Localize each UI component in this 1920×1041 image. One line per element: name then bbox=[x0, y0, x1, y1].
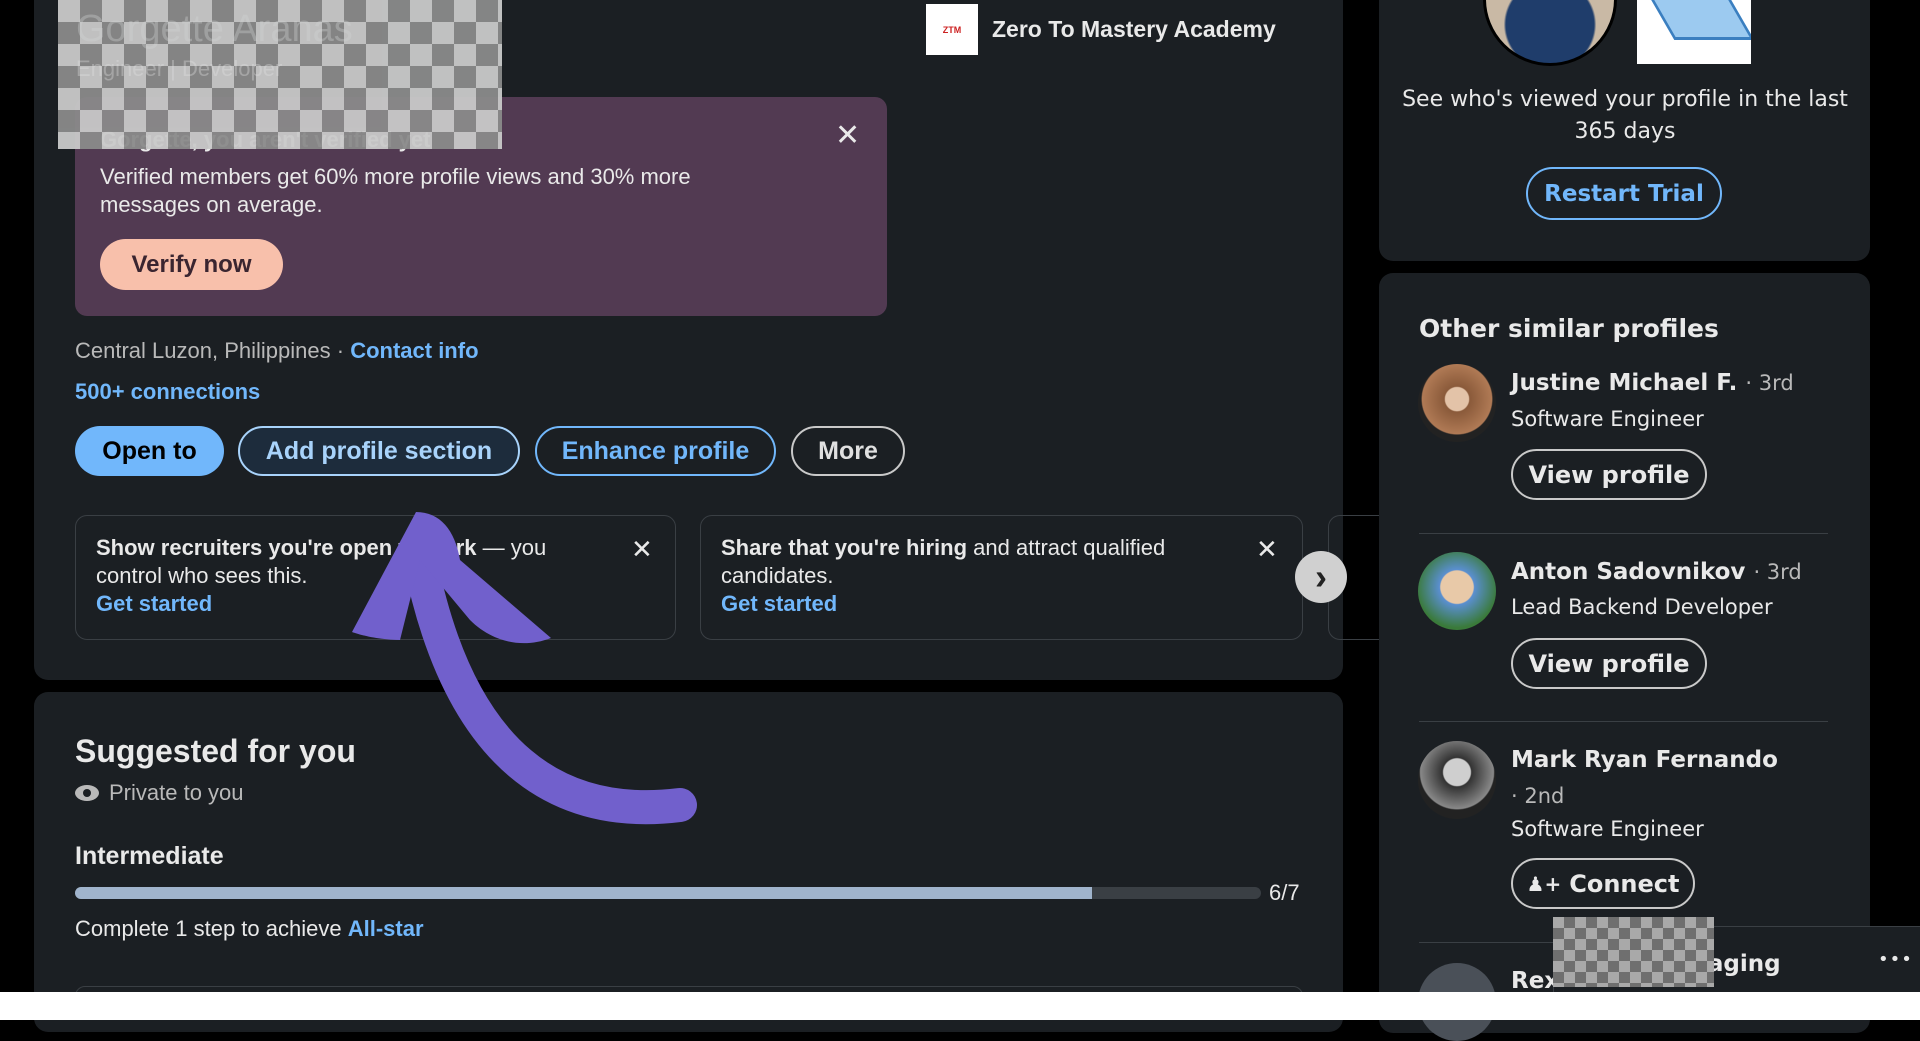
bottom-strip bbox=[0, 992, 1920, 1020]
arrow-annotation bbox=[352, 512, 697, 825]
